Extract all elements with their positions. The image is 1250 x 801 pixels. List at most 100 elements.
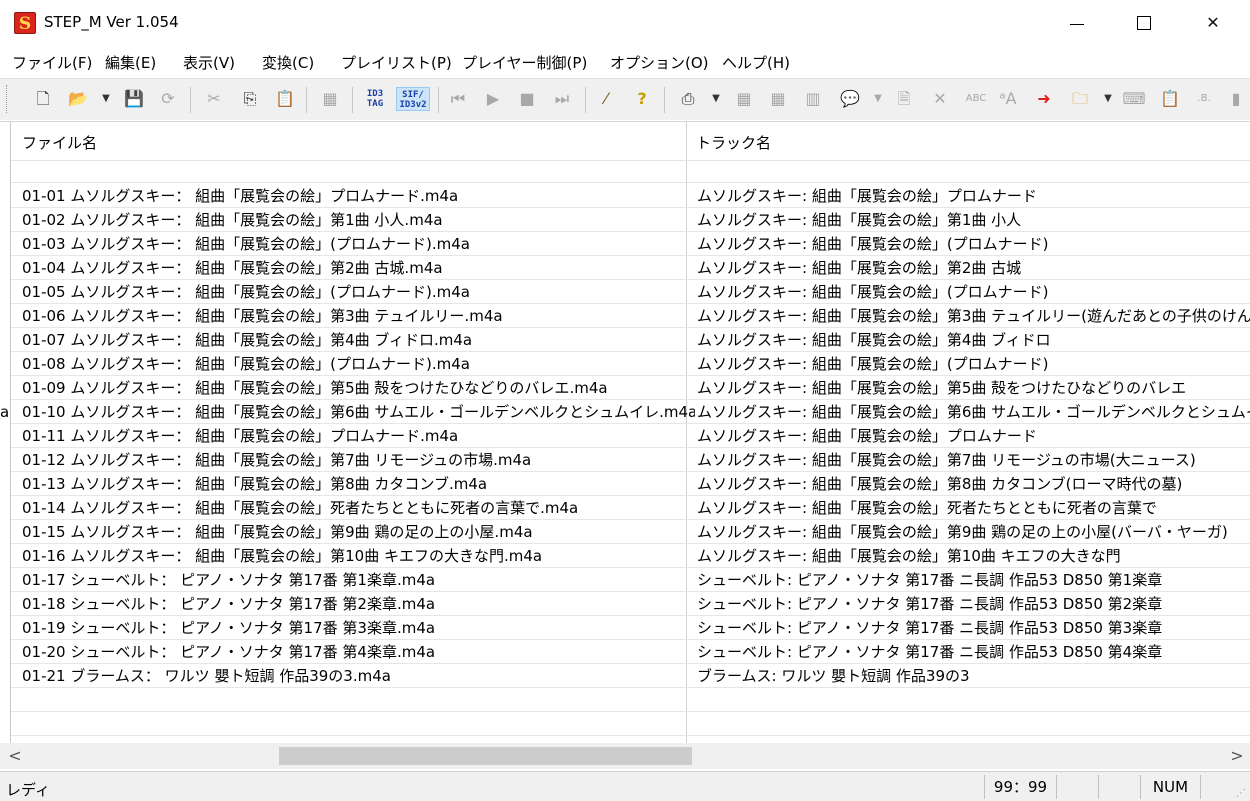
cell-filename[interactable]: 01-01 ムソルグスキー： 組曲「展覧会の絵」プロムナード.m4a (22, 187, 695, 205)
horizontal-scrollbar[interactable]: < > (0, 743, 1250, 769)
minimize-button[interactable] (1054, 0, 1100, 46)
table-row[interactable] (11, 712, 1250, 736)
scroll-right-icon[interactable]: > (1226, 745, 1248, 767)
cell-filename[interactable]: 01-16 ムソルグスキー： 組曲「展覧会の絵」第10曲 キエフの大きな門.m4… (22, 547, 695, 565)
columns-icon[interactable]: ▥ (801, 87, 825, 111)
stop-icon[interactable]: ■ (515, 87, 539, 111)
cell-filename[interactable]: 01-03 ムソルグスキー： 組曲「展覧会の絵」(プロムナード).m4a (22, 235, 695, 253)
cell-filename[interactable]: 01-21 ブラームス： ワルツ 嬰ト短調 作品39の3.m4a (22, 667, 695, 685)
document-icon[interactable]: 🗎 (892, 87, 916, 111)
speech-dropdown-icon[interactable]: ▼ (872, 87, 884, 111)
previous-track-icon[interactable]: ⏮ (446, 87, 470, 111)
clipboard-add-icon[interactable]: 📋 (1158, 87, 1182, 111)
cell-filename[interactable]: 01-10 ムソルグスキー： 組曲「展覧会の絵」第6曲 サムエル・ゴールデンベル… (22, 403, 695, 421)
grid-icon[interactable]: ▦ (318, 87, 342, 111)
cell-track-name[interactable]: シューベルト: ピアノ・ソナタ 第17番 ニ長調 作品53 D850 第1楽章 (697, 571, 1250, 589)
delete-icon[interactable]: ✕ (928, 87, 952, 111)
cell-filename[interactable]: 01-17 シューベルト： ピアノ・ソナタ 第17番 第1楽章.m4a (22, 571, 695, 589)
table-row[interactable]: 01-11 ムソルグスキー： 組曲「展覧会の絵」プロムナード.m4a ムソルグスキ… (11, 424, 1250, 448)
cell-track-name[interactable]: ムソルグスキー: 組曲「展覧会の絵」第2曲 古城 (697, 259, 1250, 277)
cell-track-name[interactable]: ムソルグスキー: 組曲「展覧会の絵」第5曲 殻をつけたひなどりのバレエ (697, 379, 1250, 397)
close-button[interactable]: ✕ (1190, 0, 1236, 46)
cell-filename[interactable]: 01-11 ムソルグスキー： 組曲「展覧会の絵」プロムナード.m4a (22, 427, 695, 445)
red-arrow-icon[interactable]: ➜ (1032, 87, 1056, 111)
cell-filename[interactable]: 01-04 ムソルグスキー： 組曲「展覧会の絵」第2曲 古城.m4a (22, 259, 695, 277)
table-row[interactable] (11, 688, 1250, 712)
cell-track-name[interactable]: ムソルグスキー: 組曲「展覧会の絵」プロムナード (697, 427, 1250, 445)
table-row[interactable]: 01-19 シューベルト： ピアノ・ソナタ 第17番 第3楽章.m4a シューベル… (11, 616, 1250, 640)
new-file-icon[interactable]: 🗋 (31, 87, 55, 111)
cell-filename[interactable]: 01-07 ムソルグスキー： 組曲「展覧会の絵」第4曲 ブィドロ.m4a (22, 331, 695, 349)
table-row[interactable]: 01-15 ムソルグスキー： 組曲「展覧会の絵」第9曲 鶏の足の上の小屋.m4a… (11, 520, 1250, 544)
save-icon[interactable]: 💾 (122, 87, 146, 111)
maximize-button[interactable] (1121, 0, 1167, 46)
table-row[interactable]: 01-05 ムソルグスキー： 組曲「展覧会の絵」(プロムナード).m4a ムソルグ… (11, 280, 1250, 304)
cell-filename[interactable]: 01-06 ムソルグスキー： 組曲「展覧会の絵」第3曲 テュイルリー.m4a (22, 307, 695, 325)
wand-icon[interactable]: ⁄ (594, 87, 618, 111)
cell-filename[interactable]: 01-08 ムソルグスキー： 組曲「展覧会の絵」(プロムナード).m4a (22, 355, 695, 373)
table-row[interactable]: 01-16 ムソルグスキー： 組曲「展覧会の絵」第10曲 キエフの大きな門.m4… (11, 544, 1250, 568)
play-icon[interactable]: ▶ (481, 87, 505, 111)
menu-view[interactable]: 表示(V) (183, 52, 235, 73)
cell-filename[interactable]: 01-20 シューベルト： ピアノ・ソナタ 第17番 第4楽章.m4a (22, 643, 695, 661)
cell-track-name[interactable]: ムソルグスキー: 組曲「展覧会の絵」第9曲 鶏の足の上の小屋(バーバ・ヤーガ) (697, 523, 1250, 541)
cell-track-name[interactable]: ブラームス: ワルツ 嬰ト短調 作品39の3 (697, 667, 1250, 685)
cell-filename[interactable]: 01-19 シューベルト： ピアノ・ソナタ 第17番 第3楽章.m4a (22, 619, 695, 637)
cut-icon[interactable]: ✂ (202, 87, 226, 111)
table-row[interactable]: 01-10 ムソルグスキー： 組曲「展覧会の絵」第6曲 サムエル・ゴールデンベル… (11, 400, 1250, 424)
cell-track-name[interactable]: ムソルグスキー: 組曲「展覧会の絵」(プロムナード) (697, 355, 1250, 373)
table-row[interactable]: 01-20 シューベルト： ピアノ・ソナタ 第17番 第4楽章.m4a シューベル… (11, 640, 1250, 664)
table-row[interactable]: 01-17 シューベルト： ピアノ・ソナタ 第17番 第1楽章.m4a シューベル… (11, 568, 1250, 592)
cell-track-name[interactable]: ムソルグスキー: 組曲「展覧会の絵」死者たちとともに死者の言葉で (697, 499, 1250, 517)
cell-track-name[interactable]: ムソルグスキー: 組曲「展覧会の絵」第7曲 リモージュの市場(大ニュース) (697, 451, 1250, 469)
cell-track-name[interactable]: ムソルグスキー: 組曲「展覧会の絵」第6曲 サムエル・ゴールデンベルクとシュムイ… (697, 403, 1250, 421)
table-row[interactable]: 01-02 ムソルグスキー： 組曲「展覧会の絵」第1曲 小人.m4a ムソルグスキ… (11, 208, 1250, 232)
column-header-track[interactable]: トラック名 (696, 132, 771, 153)
id3-tag-icon[interactable]: ID3 TAG (363, 87, 387, 111)
more-icon[interactable]: ▮ (1224, 87, 1248, 111)
open-dropdown-icon[interactable]: ▼ (100, 87, 112, 111)
table-row[interactable]: 01-14 ムソルグスキー： 組曲「展覧会の絵」死者たちとともに死者の言葉で.m… (11, 496, 1250, 520)
table-row[interactable]: 01-13 ムソルグスキー： 組曲「展覧会の絵」第8曲 カタコンブ.m4a ムソル… (11, 472, 1250, 496)
table-row[interactable]: 01-03 ムソルグスキー： 組曲「展覧会の絵」(プロムナード).m4a ムソルグ… (11, 232, 1250, 256)
case-convert-icon[interactable]: ᵃA (996, 87, 1020, 111)
table-icon[interactable]: ▦ (766, 87, 790, 111)
cell-filename[interactable]: 01-13 ムソルグスキー： 組曲「展覧会の絵」第8曲 カタコンブ.m4a (22, 475, 695, 493)
menu-player-control[interactable]: プレイヤー制御(P) (462, 52, 587, 73)
table-row[interactable]: 01-21 ブラームス： ワルツ 嬰ト短調 作品39の3.m4a ブラームス: ワ… (11, 664, 1250, 688)
menu-edit[interactable]: 編集(E) (105, 52, 156, 73)
keyboard-icon[interactable]: ⌨ (1122, 87, 1146, 111)
cell-filename[interactable]: 01-02 ムソルグスキー： 組曲「展覧会の絵」第1曲 小人.m4a (22, 211, 695, 229)
table-row[interactable]: 01-07 ムソルグスキー： 組曲「展覧会の絵」第4曲 ブィドロ.m4a ムソルグ… (11, 328, 1250, 352)
resize-grip-icon[interactable]: ⋰ (1236, 788, 1248, 800)
folder-star-icon[interactable]: 🗀 (1068, 87, 1092, 111)
paste-icon[interactable]: 📋 (273, 87, 297, 111)
menu-file[interactable]: ファイル(F) (12, 52, 92, 73)
table-row[interactable]: 01-06 ムソルグスキー： 組曲「展覧会の絵」第3曲 テュイルリー.m4a ムソ… (11, 304, 1250, 328)
cell-filename[interactable]: 01-12 ムソルグスキー： 組曲「展覧会の絵」第7曲 リモージュの市場.m4a (22, 451, 695, 469)
convert-dropdown-icon[interactable]: ▼ (710, 87, 722, 111)
scroll-left-icon[interactable]: < (4, 745, 26, 767)
table-icon[interactable]: ▦ (732, 87, 756, 111)
cell-filename[interactable]: 01-09 ムソルグスキー： 組曲「展覧会の絵」第5曲 殻をつけたひなどりのバレ… (22, 379, 695, 397)
toolbar-grip[interactable] (6, 85, 9, 113)
abc-icon[interactable]: ABC (962, 87, 990, 111)
cell-track-name[interactable]: シューベルト: ピアノ・ソナタ 第17番 ニ長調 作品53 D850 第3楽章 (697, 619, 1250, 637)
scroll-thumb[interactable] (279, 747, 692, 765)
menu-help[interactable]: ヘルプ(H) (722, 52, 790, 73)
table-row[interactable]: 01-01 ムソルグスキー： 組曲「展覧会の絵」プロムナード.m4a ムソルグスキ… (11, 184, 1250, 208)
cell-track-name[interactable]: ムソルグスキー: 組曲「展覧会の絵」第3曲 テュイルリー(遊んだあとの子供のけん (697, 307, 1250, 325)
help-icon[interactable]: ? (630, 87, 654, 111)
cell-track-name[interactable]: ムソルグスキー: 組曲「展覧会の絵」第1曲 小人 (697, 211, 1250, 229)
table-row[interactable]: 01-12 ムソルグスキー： 組曲「展覧会の絵」第7曲 リモージュの市場.m4a… (11, 448, 1250, 472)
sif-id3v2-icon[interactable]: SIF/ID3v2 (396, 87, 430, 111)
cell-filename[interactable]: 01-18 シューベルト： ピアノ・ソナタ 第17番 第2楽章.m4a (22, 595, 695, 613)
table-row[interactable]: 01-09 ムソルグスキー： 組曲「展覧会の絵」第5曲 殻をつけたひなどりのバレ… (11, 376, 1250, 400)
table-row[interactable]: 01-18 シューベルト： ピアノ・ソナタ 第17番 第2楽章.m4a シューベル… (11, 592, 1250, 616)
next-track-icon[interactable]: ⏭ (550, 87, 574, 111)
table-row[interactable]: 01-04 ムソルグスキー： 組曲「展覧会の絵」第2曲 古城.m4a ムソルグスキ… (11, 256, 1250, 280)
cell-track-name[interactable]: ムソルグスキー: 組曲「展覧会の絵」プロムナード (697, 187, 1250, 205)
reload-icon[interactable]: ⟳ (156, 87, 180, 111)
copy-icon[interactable]: ⎘ (238, 87, 262, 111)
cell-track-name[interactable]: ムソルグスキー: 組曲「展覧会の絵」第8曲 カタコンブ(ローマ時代の墓) (697, 475, 1250, 493)
